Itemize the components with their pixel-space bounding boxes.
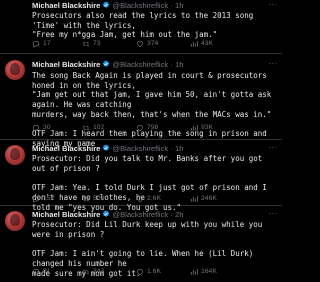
author-handle[interactable]: @Blackshireflick: [112, 1, 168, 10]
more-options-icon[interactable]: ···: [269, 0, 279, 10]
like-count: 374: [147, 40, 159, 47]
tweet-3[interactable]: Michael Blackshire @Blackshireflick · 1h …: [0, 140, 282, 212]
like-button[interactable]: 2.6K: [136, 194, 161, 204]
reply-button[interactable]: 17: [32, 39, 51, 49]
reply-button[interactable]: 30: [32, 123, 51, 133]
views-count: 246K: [201, 195, 217, 202]
tweet-header: Michael Blackshire @Blackshireflick · 2h: [32, 210, 276, 220]
reply-icon: [32, 40, 40, 48]
like-count: 1.6K: [147, 268, 161, 275]
like-icon: [136, 269, 144, 276]
verified-badge-icon: [103, 1, 110, 8]
repost-button[interactable]: 509: [82, 194, 104, 204]
time-separator: ·: [170, 210, 173, 219]
reply-count: 30: [43, 124, 51, 131]
tweet-body: Prosecutors also read the lyrics to the …: [32, 11, 254, 40]
repost-count: 509: [93, 195, 105, 202]
tweet-header: Michael Blackshire @Blackshireflick · 1h: [32, 144, 276, 154]
author-name[interactable]: Michael Blackshire: [32, 144, 100, 153]
repost-icon: [83, 196, 89, 202]
author-handle[interactable]: @Blackshireflick: [112, 210, 168, 219]
like-button[interactable]: 374: [136, 39, 158, 49]
avatar[interactable]: [5, 145, 25, 165]
timestamp[interactable]: 2h: [175, 210, 183, 219]
reply-count: 17: [43, 40, 51, 47]
views-count: 43K: [201, 40, 214, 47]
avatar[interactable]: [5, 60, 25, 80]
author-name[interactable]: Michael Blackshire: [32, 210, 100, 219]
tweet-actions: 17 73 374 43K: [32, 39, 278, 49]
tweet-header: Michael Blackshire @Blackshireflick · 1h: [32, 1, 276, 11]
like-count: 2.6K: [147, 195, 161, 202]
reply-icon: [32, 268, 40, 276]
repost-count: 73: [93, 40, 101, 47]
views-count: 164K: [201, 268, 217, 275]
views-icon: [190, 196, 198, 202]
reply-icon: [32, 195, 40, 203]
timestamp[interactable]: 1h: [175, 144, 183, 153]
like-button[interactable]: 1.6K: [136, 267, 161, 277]
views-count: 93K: [201, 124, 214, 131]
author-handle[interactable]: @Blackshireflick: [112, 60, 168, 69]
tweet-actions: 152 509 2.6K 246K: [32, 194, 278, 204]
repost-count: 102: [93, 124, 105, 131]
tweet-header: Michael Blackshire @Blackshireflick · 1h: [32, 60, 276, 70]
reply-button[interactable]: 91: [32, 267, 51, 277]
like-icon: [136, 196, 144, 203]
tweet-body: The song Back Again is played in court &…: [32, 71, 272, 148]
views-icon: [190, 41, 198, 47]
reply-count: 91: [43, 268, 51, 275]
views-button[interactable]: 43K: [190, 39, 213, 49]
avatar[interactable]: [5, 211, 25, 231]
views-button[interactable]: 164K: [190, 267, 217, 277]
author-name[interactable]: Michael Blackshire: [32, 1, 100, 10]
views-button[interactable]: 246K: [190, 194, 217, 204]
verified-badge-icon: [103, 210, 110, 217]
tweet-4[interactable]: Michael Blackshire @Blackshireflick · 2h …: [0, 206, 282, 282]
timestamp[interactable]: 1h: [175, 1, 183, 10]
reply-icon: [32, 124, 40, 132]
repost-button[interactable]: 102: [82, 123, 104, 133]
timestamp[interactable]: 1h: [175, 60, 183, 69]
more-options-icon[interactable]: ···: [269, 59, 279, 69]
tweet-actions: 30 102 798 93K: [32, 123, 278, 133]
repost-count: 343: [93, 268, 105, 275]
repost-icon: [83, 269, 89, 275]
author-name[interactable]: Michael Blackshire: [32, 60, 100, 69]
like-button[interactable]: 798: [136, 123, 158, 133]
time-separator: ·: [170, 144, 173, 153]
like-icon: [136, 125, 144, 132]
tweet-2[interactable]: Michael Blackshire @Blackshireflick · 1h …: [0, 54, 282, 148]
like-count: 798: [147, 124, 159, 131]
views-icon: [190, 269, 198, 275]
tweet-actions: 91 343 1.6K 164K: [32, 267, 278, 277]
repost-button[interactable]: 73: [82, 39, 101, 49]
views-icon: [190, 125, 198, 131]
repost-icon: [83, 125, 89, 131]
verified-badge-icon: [103, 144, 110, 151]
reply-button[interactable]: 152: [32, 194, 54, 204]
time-separator: ·: [170, 60, 173, 69]
like-icon: [136, 41, 144, 48]
author-handle[interactable]: @Blackshireflick: [112, 144, 168, 153]
reply-count: 152: [43, 195, 55, 202]
verified-badge-icon: [103, 60, 110, 67]
more-options-icon[interactable]: ···: [269, 209, 279, 219]
repost-icon: [83, 41, 89, 47]
views-button[interactable]: 93K: [190, 123, 213, 133]
time-separator: ·: [170, 1, 173, 10]
more-options-icon[interactable]: ···: [269, 143, 279, 153]
repost-button[interactable]: 343: [82, 267, 104, 277]
